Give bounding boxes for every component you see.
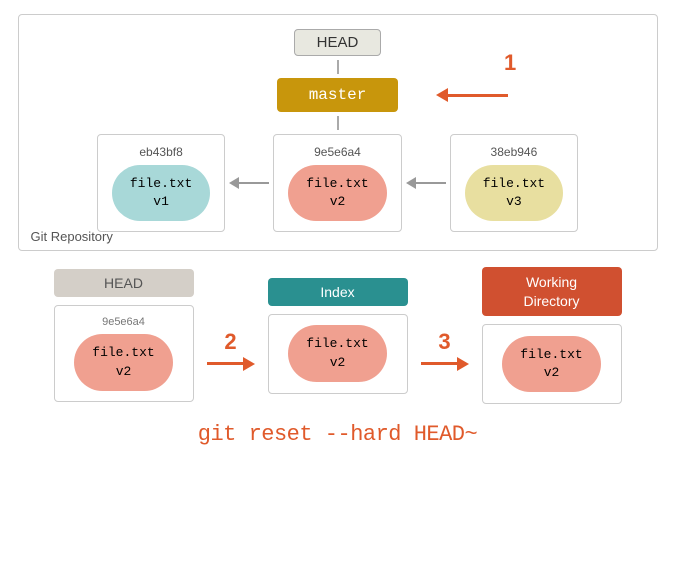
stages-row: HEAD 9e5e6a4 file.txt v2 2 Index file. [18, 267, 658, 403]
index-label: Index [268, 278, 408, 306]
commit-hash-1: eb43bf8 [139, 145, 182, 159]
wd-blob: file.txt v2 [502, 336, 600, 392]
arrow-1 [437, 88, 508, 102]
blob-3: file.txt v3 [465, 165, 563, 221]
bottom-section: HEAD 9e5e6a4 file.txt v2 2 Index file. [18, 267, 658, 446]
blob-1: file.txt v1 [112, 165, 210, 221]
arrow-2 [207, 357, 255, 371]
arrow-3-group: 3 [413, 329, 477, 371]
blob-2: file.txt v2 [288, 165, 386, 221]
commit-arrow-2 [406, 177, 446, 189]
repo-label: Git Repository [31, 229, 113, 244]
commit-hash-2: 9e5e6a4 [314, 145, 361, 159]
wd-inner: file.txt v2 [482, 324, 622, 404]
wd-label: WorkingDirectory [482, 267, 622, 315]
commit-box-2: 9e5e6a4 file.txt v2 [273, 134, 401, 232]
master-box: master [277, 78, 399, 112]
stage-head: HEAD 9e5e6a4 file.txt v2 [49, 269, 199, 401]
head-inner: 9e5e6a4 file.txt v2 [54, 305, 194, 401]
commit-box-1: eb43bf8 file.txt v1 [97, 134, 225, 232]
index-blob: file.txt v2 [288, 325, 386, 381]
arrow-3 [421, 357, 469, 371]
arrow-1-label: 1 [504, 50, 516, 76]
commit-box-3: 38eb946 file.txt v3 [450, 134, 578, 232]
commit-arrow-1 [229, 177, 269, 189]
arrow-3-label: 3 [438, 329, 450, 355]
index-inner: file.txt v2 [268, 314, 408, 394]
arrow-2-label: 2 [224, 329, 236, 355]
commits-row: eb43bf8 file.txt v1 9e5e6a4 file.txt v2 [39, 134, 637, 232]
head-label: HEAD [54, 269, 194, 297]
stage-index: Index file.txt v2 [263, 278, 413, 394]
head-hash: 9e5e6a4 [102, 316, 145, 328]
stage-wd: WorkingDirectory file.txt v2 [477, 267, 627, 403]
head-box-top: HEAD [294, 29, 382, 56]
arrow-2-group: 2 [199, 329, 263, 371]
commit-hash-3: 38eb946 [491, 145, 538, 159]
git-repository-section: HEAD master 1 eb43bf8 file.txt v1 [18, 14, 658, 251]
git-command: git reset --hard HEAD~ [198, 422, 477, 447]
head-blob: file.txt v2 [74, 334, 172, 390]
